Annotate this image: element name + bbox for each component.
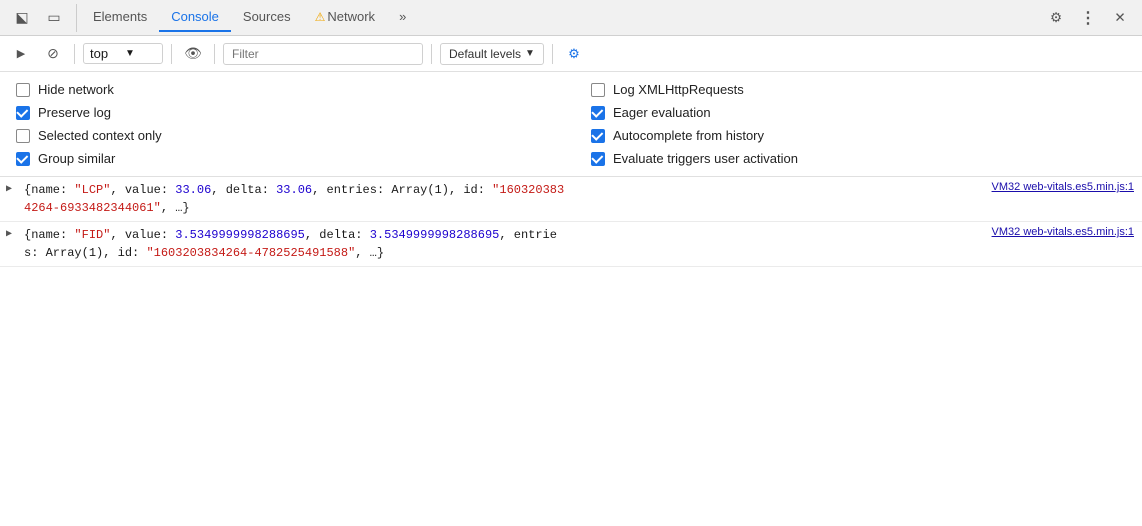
close-button[interactable]: ✕ (1106, 4, 1134, 32)
option-hide-network[interactable]: Hide network (16, 82, 551, 97)
checkbox-log-xmlhttp[interactable] (591, 83, 605, 97)
console-entry-lcp: ▶ VM32 web-vitals.es5.min.js:1 {name: "L… (0, 177, 1142, 222)
option-group-similar[interactable]: Group similar (16, 151, 551, 166)
stop-recording-button[interactable]: ▶ (8, 41, 34, 67)
option-preserve-log[interactable]: Preserve log (16, 105, 551, 120)
tab-icon-group: ⬕ ▭ (8, 4, 77, 32)
option-selected-context[interactable]: Selected context only (16, 128, 551, 143)
option-evaluate-triggers[interactable]: Evaluate triggers user activation (591, 151, 1126, 166)
console-entry-fid: ▶ VM32 web-vitals.es5.min.js:1 {name: "F… (0, 222, 1142, 267)
option-log-xmlhttp-label: Log XMLHttpRequests (613, 82, 744, 97)
context-select[interactable]: top ▼ (83, 43, 163, 64)
toolbar-divider-4 (431, 44, 432, 64)
option-autocomplete-label: Autocomplete from history (613, 128, 764, 143)
options-panel: Hide network Log XMLHttpRequests Preserv… (0, 72, 1142, 177)
toolbar-divider-2 (171, 44, 172, 64)
cursor-icon: ⬕ (15, 9, 28, 26)
expand-arrow-lcp[interactable]: ▶ (6, 182, 12, 197)
play-icon: ▶ (17, 47, 25, 60)
tab-more[interactable]: » (387, 3, 418, 32)
settings-button[interactable]: ⚙ (1042, 4, 1070, 32)
checkbox-evaluate-triggers[interactable] (591, 152, 605, 166)
device-icon: ▭ (47, 9, 60, 26)
toolbar-divider-5 (552, 44, 553, 64)
chevron-down-icon: ▼ (125, 48, 156, 59)
option-log-xmlhttp[interactable]: Log XMLHttpRequests (591, 82, 1126, 97)
option-preserve-log-label: Preserve log (38, 105, 111, 120)
checkbox-eager-eval[interactable] (591, 106, 605, 120)
content-area: ▶ ⊘ top ▼ 👁 Default levels ▼ ⚙ Hide net (0, 36, 1142, 526)
tab-elements[interactable]: Elements (81, 3, 159, 32)
close-icon: ✕ (1114, 10, 1125, 26)
filter-input[interactable] (223, 43, 423, 65)
more-options-button[interactable]: ⋮ (1074, 4, 1102, 32)
tab-bar: ⬕ ▭ Elements Console Sources ⚠Network » … (0, 0, 1142, 36)
settings-gear-button[interactable]: ⚙ (561, 41, 587, 67)
toolbar-divider-3 (214, 44, 215, 64)
checkbox-autocomplete[interactable] (591, 129, 605, 143)
source-link-lcp[interactable]: VM32 web-vitals.es5.min.js:1 (992, 179, 1134, 196)
checkbox-selected-context[interactable] (16, 129, 30, 143)
option-selected-context-label: Selected context only (38, 128, 162, 143)
expand-arrow-fid[interactable]: ▶ (6, 227, 12, 242)
levels-button[interactable]: Default levels ▼ (440, 43, 544, 65)
eye-icon: 👁 (184, 45, 202, 62)
tab-network[interactable]: ⚠Network (303, 3, 387, 32)
warning-icon: ⚠ (315, 10, 326, 24)
toolbar: ▶ ⊘ top ▼ 👁 Default levels ▼ ⚙ (0, 36, 1142, 72)
levels-label: Default levels (449, 47, 521, 61)
gear-blue-icon: ⚙ (568, 46, 580, 62)
eye-button[interactable]: 👁 (180, 41, 206, 67)
checkbox-preserve-log[interactable] (16, 106, 30, 120)
dots-vertical-icon: ⋮ (1080, 8, 1096, 28)
clear-button[interactable]: ⊘ (40, 41, 66, 67)
ban-icon: ⊘ (47, 45, 59, 62)
tab-right-icons: ⚙ ⋮ ✕ (1042, 4, 1134, 32)
device-icon-button[interactable]: ▭ (40, 4, 68, 32)
toolbar-divider-1 (74, 44, 75, 64)
console-output: ▶ VM32 web-vitals.es5.min.js:1 {name: "L… (0, 177, 1142, 526)
option-eager-eval-label: Eager evaluation (613, 105, 711, 120)
levels-chevron-icon: ▼ (525, 48, 535, 59)
cursor-icon-button[interactable]: ⬕ (8, 4, 36, 32)
option-group-similar-label: Group similar (38, 151, 115, 166)
tab-sources[interactable]: Sources (231, 3, 303, 32)
option-autocomplete[interactable]: Autocomplete from history (591, 128, 1126, 143)
option-evaluate-triggers-label: Evaluate triggers user activation (613, 151, 798, 166)
option-eager-eval[interactable]: Eager evaluation (591, 105, 1126, 120)
checkbox-hide-network[interactable] (16, 83, 30, 97)
gear-icon: ⚙ (1050, 10, 1062, 26)
option-hide-network-label: Hide network (38, 82, 114, 97)
source-link-fid[interactable]: VM32 web-vitals.es5.min.js:1 (992, 224, 1134, 241)
context-value: top (90, 46, 121, 61)
checkbox-group-similar[interactable] (16, 152, 30, 166)
tab-console[interactable]: Console (159, 3, 231, 32)
